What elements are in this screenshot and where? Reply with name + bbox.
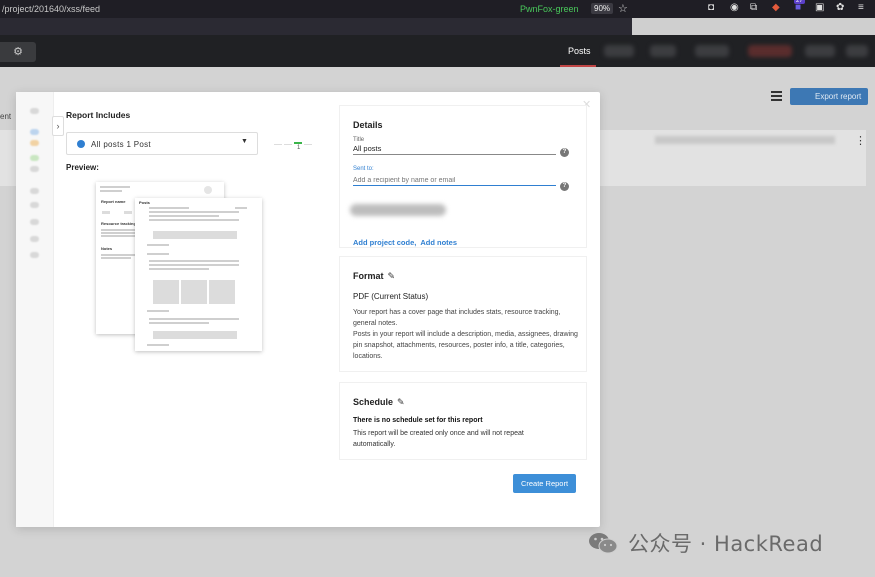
preview-report-name: Report name [101, 199, 126, 204]
help-icon[interactable]: ? [560, 148, 569, 157]
pencil-icon[interactable]: ✎ [397, 397, 405, 407]
gear-icon[interactable]: ⚙ [0, 42, 36, 62]
container-label[interactable]: PwnFox-green [520, 4, 579, 14]
zoom-level[interactable]: 90% [591, 3, 614, 14]
schedule-status: There is no schedule set for this report [353, 417, 483, 424]
preview-posts: Posts [139, 200, 150, 205]
format-description: Your report has a cover page that includ… [353, 309, 578, 360]
sidebar-item[interactable] [30, 219, 39, 225]
add-project-code-link[interactable]: Add project code, [353, 238, 416, 247]
schedule-heading: Schedule ✎ [353, 397, 405, 407]
preview-posts-page[interactable]: Posts [135, 198, 262, 351]
container-icon[interactable]: ▣ [815, 2, 824, 13]
page-indicator[interactable]: 1 [274, 142, 314, 152]
nav-item-blurred[interactable] [805, 45, 835, 57]
watermark-text: 公众号 · HackRead [628, 532, 824, 556]
hamburger-menu-icon[interactable]: ≡ [858, 2, 864, 13]
sidebar-item[interactable] [30, 166, 39, 172]
browser-tabstrip [0, 18, 632, 35]
report-modal: › ✕ Report Includes All posts 1 Post ▼ 1… [16, 92, 600, 527]
browser-toolbar: /project/201640/xss/feed PwnFox-green 90… [0, 0, 875, 18]
sidebar-item[interactable] [30, 202, 39, 208]
nav-item-blurred[interactable] [846, 45, 868, 57]
globe-icon [77, 140, 85, 148]
chevron-right-icon[interactable]: › [52, 116, 64, 136]
recipient-chip-blurred[interactable] [350, 204, 446, 216]
format-card: Format ✎ PDF (Current Status) Your report… [339, 256, 587, 372]
nav-item-blurred[interactable] [604, 45, 634, 57]
title-field-label: Title [353, 137, 365, 143]
recipient-input[interactable] [353, 175, 556, 186]
blurred-row-text [655, 136, 835, 144]
sidebar-item[interactable] [30, 236, 39, 242]
extensions-icon[interactable]: ⧉ [750, 2, 757, 13]
create-report-button[interactable]: Create Report [513, 474, 576, 493]
nav-item-blurred[interactable] [650, 45, 676, 57]
schedule-card: Schedule ✎ There is no schedule set for t… [339, 382, 587, 460]
posts-dropdown[interactable]: All posts 1 Post ▼ [66, 132, 258, 155]
wechat-icon [589, 533, 618, 554]
app-header: ⚙ Posts [0, 35, 875, 67]
sent-to-label: Sent to: [353, 166, 374, 172]
nav-item-blurred[interactable] [695, 45, 729, 57]
nav-item-blurred[interactable] [748, 45, 792, 57]
url-bar[interactable]: /project/201640/xss/feed [2, 4, 100, 14]
help-icon[interactable]: ? [560, 182, 569, 191]
more-options-icon[interactable]: ⋮ [855, 134, 866, 147]
settings-puzzle-icon[interactable]: ✿ [836, 2, 844, 13]
format-heading: Format ✎ [353, 271, 396, 281]
report-includes-title: Report Includes [66, 110, 131, 120]
preview-notes: Notes [101, 246, 113, 251]
details-card: Details Title All posts ? Sent to: ? Add… [339, 105, 587, 248]
title-field[interactable]: All posts [353, 144, 556, 155]
sidebar-item[interactable] [30, 155, 39, 161]
extension-badge: 27 [794, 0, 805, 4]
details-heading: Details [353, 120, 383, 130]
format-type: PDF (Current Status) [353, 292, 429, 301]
chevron-down-icon: ▼ [241, 138, 248, 145]
schedule-description: This report will be created only once an… [353, 430, 524, 448]
page-indicator-number: 1 [297, 145, 301, 151]
nav-posts[interactable]: Posts [568, 46, 591, 56]
add-notes-link[interactable]: Add notes [420, 238, 457, 247]
posts-dropdown-value: All posts 1 Post [91, 140, 151, 149]
sidebar-item[interactable] [30, 129, 39, 135]
modal-sidebar [16, 92, 54, 527]
sidebar-item[interactable] [30, 252, 39, 258]
sidebar-item[interactable] [30, 188, 39, 194]
foxyproxy-icon[interactable]: ◆ [772, 2, 780, 13]
preview-label: Preview: [66, 163, 99, 172]
sidebar-item[interactable] [30, 140, 39, 146]
pencil-icon[interactable]: ✎ [388, 271, 396, 281]
bookmark-star-icon[interactable]: ☆ [618, 2, 628, 15]
background-left-text: ent [0, 112, 12, 121]
account-icon[interactable]: ◉ [730, 2, 739, 13]
list-view-icon[interactable] [771, 91, 782, 101]
pocket-icon[interactable]: ◘ [708, 2, 714, 13]
preview-resource-tracking: Resource tracking [101, 221, 136, 226]
export-report-button[interactable]: Export report [790, 88, 868, 105]
sidebar-item[interactable] [30, 108, 39, 114]
